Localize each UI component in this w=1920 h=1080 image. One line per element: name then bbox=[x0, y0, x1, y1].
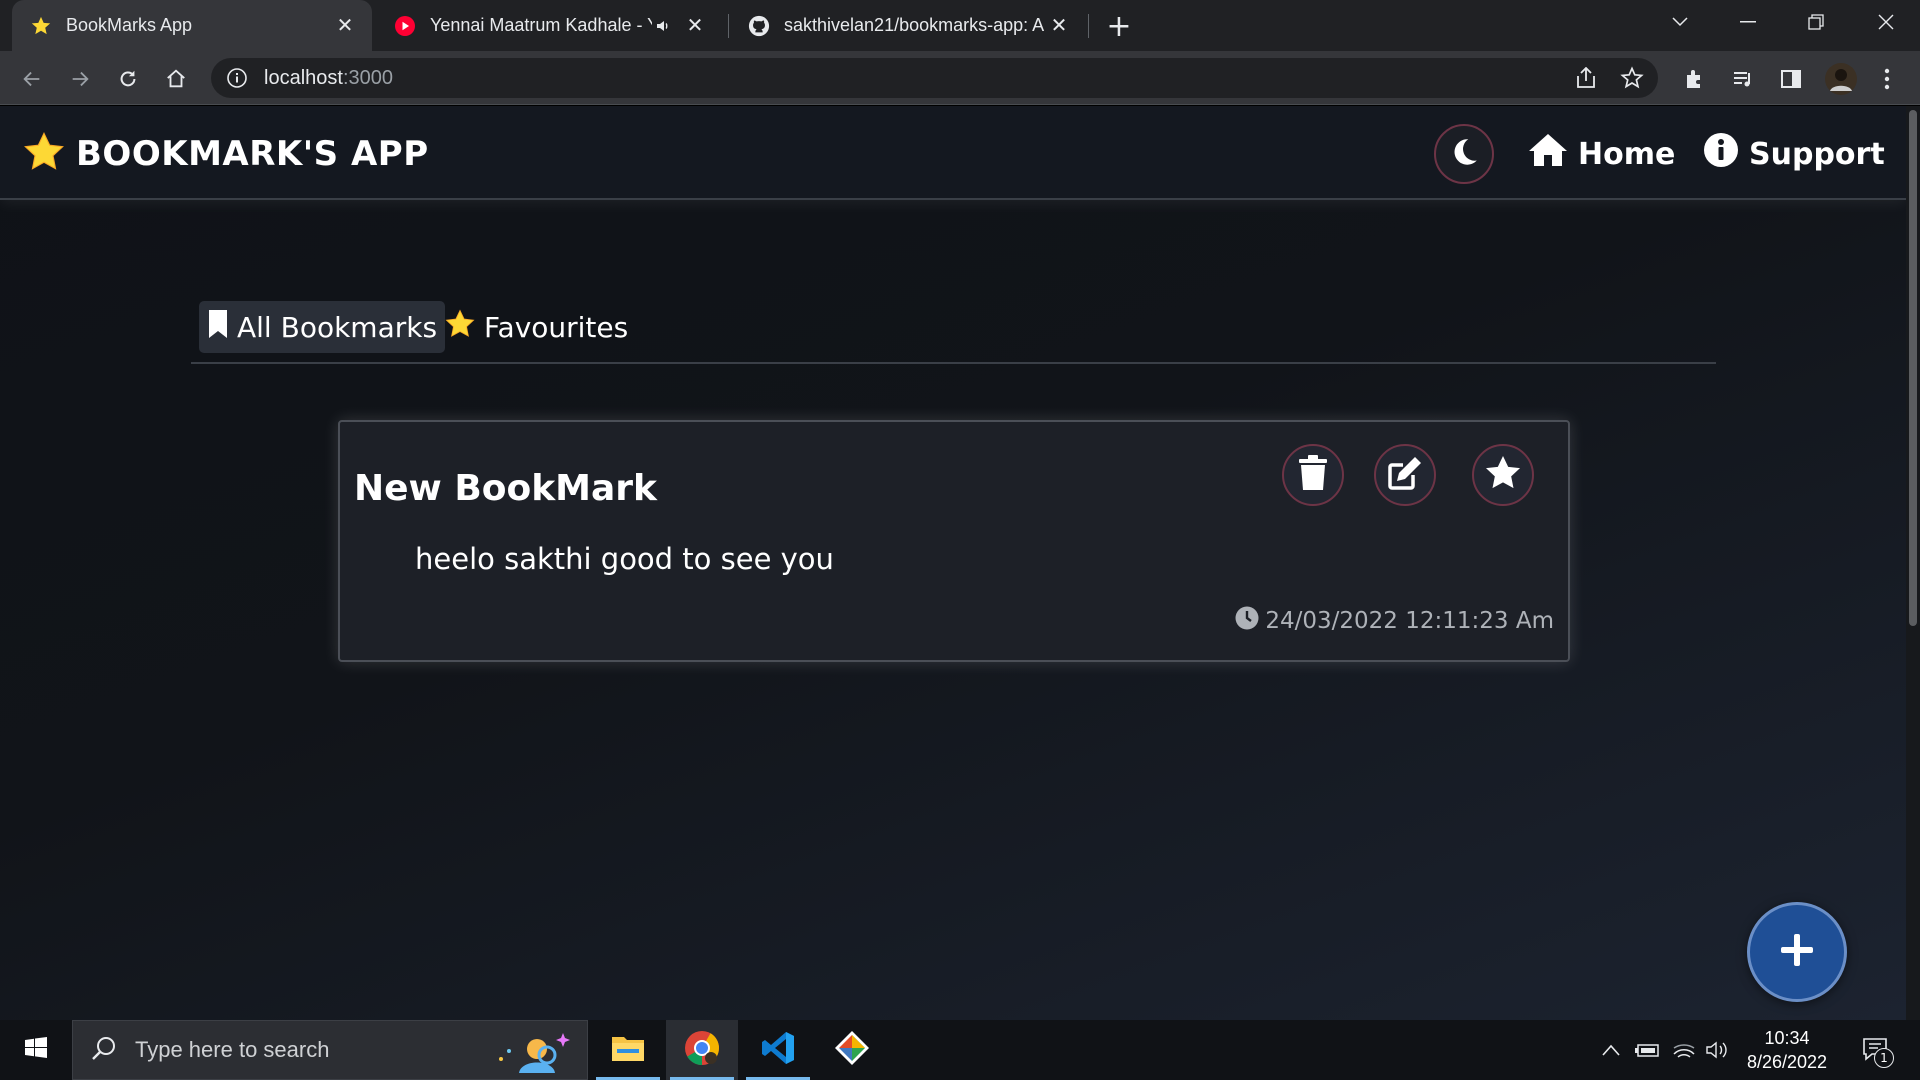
new-tab-button[interactable]: + bbox=[1103, 9, 1135, 44]
notification-badge: 1 bbox=[1874, 1048, 1894, 1068]
git-client-app[interactable] bbox=[816, 1020, 888, 1080]
browser-tab-title: BookMarks App bbox=[66, 15, 193, 35]
app-viewport: BOOKMARK'S APP Home Support All Bookmark… bbox=[0, 106, 1906, 1020]
close-window-button[interactable] bbox=[1858, 0, 1914, 44]
tab-separator bbox=[1088, 14, 1089, 38]
bookmark-timestamp: 24/03/2022 12:11:23 Am bbox=[1235, 606, 1554, 636]
trash-icon bbox=[1298, 455, 1328, 495]
info-circle-icon bbox=[1703, 132, 1749, 176]
folder-icon bbox=[611, 1033, 645, 1067]
browser-tab-github[interactable]: sakthivelan21/bookmarks-app: A ✕ bbox=[730, 0, 1086, 51]
delete-button[interactable] bbox=[1282, 444, 1344, 506]
browser-tab-youtube[interactable]: Yennai Maatrum Kadhale - Yo ✕ bbox=[376, 0, 722, 51]
star-icon bbox=[1483, 453, 1523, 497]
star-icon bbox=[30, 15, 52, 37]
bookmark-tabs: All Bookmarks Favourites bbox=[191, 294, 1716, 364]
volume-icon[interactable] bbox=[1702, 1020, 1732, 1080]
clock-date: 8/26/2022 bbox=[1746, 1052, 1828, 1072]
nav-home-link[interactable]: Home bbox=[1528, 132, 1675, 176]
more-menu-icon[interactable] bbox=[1871, 63, 1903, 95]
browser-toolbar: localhost:3000 bbox=[0, 51, 1920, 105]
search-icon bbox=[91, 1035, 117, 1065]
browser-tab-title: sakthivelan21/bookmarks-app: A bbox=[784, 15, 1045, 35]
url-host: localhost bbox=[264, 66, 343, 89]
side-panel-icon[interactable] bbox=[1775, 63, 1807, 95]
address-bar[interactable]: localhost:3000 bbox=[211, 58, 1658, 98]
tab-search-icon[interactable] bbox=[1652, 0, 1708, 44]
minimize-button[interactable] bbox=[1720, 0, 1776, 44]
tab-all-bookmarks[interactable]: All Bookmarks bbox=[199, 301, 446, 353]
star-icon bbox=[22, 130, 66, 178]
wifi-icon[interactable] bbox=[1668, 1020, 1700, 1080]
app-navbar: BOOKMARK'S APP Home Support bbox=[0, 106, 1906, 200]
home-icon bbox=[1528, 132, 1578, 176]
brand[interactable]: BOOKMARK'S APP bbox=[22, 130, 429, 178]
nav-home-label: Home bbox=[1578, 136, 1676, 172]
reload-icon[interactable] bbox=[112, 63, 144, 95]
battery-icon[interactable] bbox=[1632, 1020, 1664, 1080]
share-icon[interactable] bbox=[1574, 66, 1598, 93]
taskbar-search-placeholder: Type here to search bbox=[135, 1037, 330, 1062]
forward-arrow-icon[interactable] bbox=[64, 63, 96, 95]
git-client-icon bbox=[833, 1029, 871, 1071]
home-icon[interactable] bbox=[160, 63, 192, 95]
windows-taskbar: Type here to search 10:34 8/26/2022 1 bbox=[0, 1020, 1920, 1080]
site-info-icon[interactable] bbox=[226, 67, 248, 89]
brand-title: BOOKMARK'S APP bbox=[76, 134, 429, 174]
show-hidden-icons-chevron-icon[interactable] bbox=[1596, 1020, 1626, 1080]
add-bookmark-button[interactable] bbox=[1747, 902, 1847, 1002]
speaker-icon[interactable] bbox=[652, 18, 674, 34]
close-tab-icon[interactable]: ✕ bbox=[682, 13, 708, 39]
windows-start-button[interactable] bbox=[0, 1020, 72, 1080]
search-highlight-icon bbox=[491, 1027, 571, 1077]
taskbar-clock[interactable]: 10:34 8/26/2022 bbox=[1732, 1026, 1842, 1074]
tab-separator bbox=[728, 14, 729, 38]
close-tab-icon[interactable]: ✕ bbox=[332, 13, 358, 39]
favourite-button[interactable] bbox=[1472, 444, 1534, 506]
moon-icon bbox=[1447, 135, 1481, 173]
file-explorer-app[interactable] bbox=[592, 1020, 664, 1080]
clock-time: 10:34 bbox=[1764, 1028, 1810, 1048]
theme-toggle-button[interactable] bbox=[1434, 124, 1494, 184]
taskbar-search-box[interactable]: Type here to search bbox=[72, 1020, 588, 1080]
tab-all-bookmarks-label: All Bookmarks bbox=[237, 310, 438, 344]
clock-icon bbox=[1235, 606, 1265, 636]
browser-tab-title: Yennai Maatrum Kadhale - Yo bbox=[430, 15, 652, 35]
chrome-app[interactable] bbox=[666, 1020, 738, 1080]
tab-favourites-label: Favourites bbox=[484, 310, 629, 344]
url-port: :3000 bbox=[342, 66, 393, 89]
edit-button[interactable] bbox=[1374, 444, 1436, 506]
youtube-icon bbox=[394, 15, 416, 37]
page-scrollbar[interactable] bbox=[1906, 106, 1920, 1020]
bookmark-timestamp-text: 24/03/2022 12:11:23 Am bbox=[1265, 608, 1554, 634]
github-icon bbox=[748, 15, 770, 37]
scrollbar-thumb[interactable] bbox=[1909, 110, 1917, 626]
plus-icon bbox=[1779, 932, 1815, 972]
close-tab-icon[interactable]: ✕ bbox=[1046, 13, 1072, 39]
windows-logo-icon bbox=[24, 1036, 48, 1064]
media-control-icon[interactable] bbox=[1727, 63, 1759, 95]
edit-icon bbox=[1387, 455, 1423, 495]
extensions-icon[interactable] bbox=[1679, 63, 1711, 95]
chrome-icon bbox=[684, 1030, 720, 1070]
back-arrow-icon[interactable] bbox=[16, 63, 48, 95]
bookmark-card[interactable]: New BookMark heelo sakthi good to see yo… bbox=[338, 420, 1570, 662]
nav-support-link[interactable]: Support bbox=[1703, 132, 1885, 176]
bookmark-icon bbox=[207, 309, 237, 346]
notification-center-icon[interactable]: 1 bbox=[1854, 1020, 1898, 1080]
star-icon bbox=[444, 308, 484, 347]
bookmark-description: heelo sakthi good to see you bbox=[415, 542, 834, 576]
restore-button[interactable] bbox=[1788, 0, 1844, 44]
bookmark-star-icon[interactable] bbox=[1620, 66, 1644, 94]
bookmark-title: New BookMark bbox=[354, 468, 657, 509]
profile-avatar[interactable] bbox=[1823, 61, 1859, 97]
tab-favourites[interactable]: Favourites bbox=[436, 301, 636, 353]
browser-tab-bookmarks-app[interactable]: BookMarks App ✕ bbox=[12, 0, 372, 51]
nav-support-label: Support bbox=[1749, 136, 1885, 172]
browser-tab-strip: BookMarks App ✕ Yennai Maatrum Kadhale -… bbox=[0, 0, 1920, 51]
vscode-icon bbox=[760, 1030, 796, 1070]
vscode-app[interactable] bbox=[742, 1020, 814, 1080]
